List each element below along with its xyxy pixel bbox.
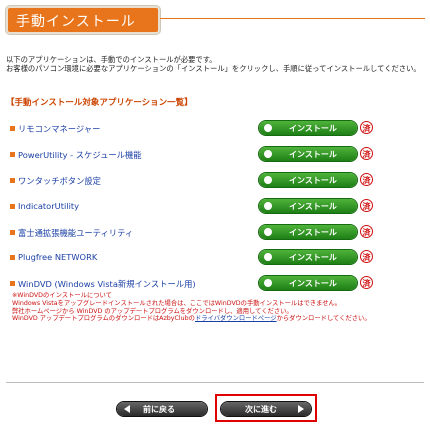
intro-text: 以下のアプリケーションは、手動でのインストールが必要です。 お客様のパソコン環境… [6, 55, 424, 73]
title-divider [160, 18, 425, 19]
arrow-right-icon [298, 405, 304, 413]
app-label: リモコンマネージャー [18, 124, 101, 134]
note-line-1: ※WinDVDのインストールについて [12, 292, 112, 299]
app-label: Plugfree NETWORK [18, 252, 98, 262]
install-button-label: インストール [289, 150, 337, 159]
install-button-indicatorutility[interactable]: インストール [259, 199, 357, 213]
install-button-remote-manager[interactable]: インストール [259, 121, 357, 135]
done-badge: 済 [360, 276, 373, 289]
bullet-icon [10, 152, 15, 157]
footer-divider [6, 382, 424, 383]
done-badge: 済 [360, 147, 373, 160]
bullet-icon [10, 204, 15, 209]
circle-icon [264, 176, 272, 184]
bullet-icon [10, 281, 15, 286]
install-button-label: インストール [289, 176, 337, 185]
app-row-windvd: WinDVD (Windows Vista新規インストール用) インストール 済 [0, 276, 430, 292]
app-label: PowerUtility - スケジュール機能 [18, 150, 142, 160]
install-button-onetouch-button[interactable]: インストール [259, 173, 357, 187]
next-button[interactable]: 次に進む [221, 402, 311, 416]
install-button-label: インストール [289, 253, 337, 262]
note-line-4-pre: WinDVD アップデートプログラムのダウンロードはAzbyClubの [12, 315, 195, 323]
install-button-windvd[interactable]: インストール [259, 276, 357, 290]
app-row-remote-manager: リモコンマネージャー インストール 済 [0, 121, 430, 137]
windvd-note: ※WinDVDのインストールについて Windows Vistaをアップグレード… [12, 292, 422, 323]
circle-icon [264, 253, 272, 261]
page-title-bar: 手動インストール [6, 6, 160, 34]
app-row-extension-utility: 富士通拡張機能ユーティリティ インストール 済 [0, 225, 430, 241]
note-line-2: Windows Vistaをアップグレードインストールされた場合は、ここではWi… [12, 299, 342, 307]
note-line-4: WinDVD アップデートプログラムのダウンロードはAzbyClubのドライバダ… [12, 315, 422, 323]
install-button-label: インストール [289, 279, 337, 288]
note-line-4-post: からダウンロードしてください。 [276, 315, 371, 323]
driver-download-link[interactable]: ドライバダウンロードページ [195, 315, 277, 322]
app-label: ワンタッチボタン設定 [18, 176, 101, 186]
install-button-label: インストール [289, 124, 337, 133]
list-heading: 【手動インストール対象アプリケーション一覧】 [6, 98, 193, 108]
done-badge: 済 [360, 121, 373, 134]
app-label: WinDVD (Windows Vista新規インストール用) [18, 279, 196, 289]
done-badge: 済 [360, 225, 373, 238]
arrow-left-icon [124, 405, 130, 413]
install-button-label: インストール [289, 228, 337, 237]
circle-icon [264, 150, 272, 158]
install-button-plugfree-network[interactable]: インストール [259, 250, 357, 264]
done-badge: 済 [360, 250, 373, 263]
intro-line-1: 以下のアプリケーションは、手動でのインストールが必要です。 [6, 55, 217, 64]
next-button-label: 次に進む [245, 405, 277, 414]
circle-icon [264, 228, 272, 236]
bullet-icon [10, 230, 15, 235]
back-button-label: 前に戻る [143, 405, 175, 414]
app-row-plugfree-network: Plugfree NETWORK インストール 済 [0, 250, 430, 266]
done-badge: 済 [360, 199, 373, 212]
circle-icon [264, 279, 272, 287]
bullet-icon [10, 126, 15, 131]
bullet-icon [10, 255, 15, 260]
done-badge: 済 [360, 173, 373, 186]
circle-icon [264, 124, 272, 132]
app-label: IndicatorUtility [18, 201, 80, 211]
back-button[interactable]: 前に戻る [117, 402, 207, 416]
bullet-icon [10, 178, 15, 183]
app-row-onetouch-button: ワンタッチボタン設定 インストール 済 [0, 173, 430, 189]
circle-icon [264, 202, 272, 210]
install-button-powerutility[interactable]: インストール [259, 147, 357, 161]
app-row-indicatorutility: IndicatorUtility インストール 済 [0, 199, 430, 215]
page-title: 手動インストール [16, 14, 136, 30]
app-label: 富士通拡張機能ユーティリティ [18, 228, 134, 238]
app-row-powerutility: PowerUtility - スケジュール機能 インストール 済 [0, 147, 430, 163]
intro-line-2: お客様のパソコン環境に必要なアプリケーションの「インストール」をクリックし、手順… [6, 64, 421, 73]
install-button-label: インストール [289, 202, 337, 211]
install-button-extension-utility[interactable]: インストール [259, 225, 357, 239]
